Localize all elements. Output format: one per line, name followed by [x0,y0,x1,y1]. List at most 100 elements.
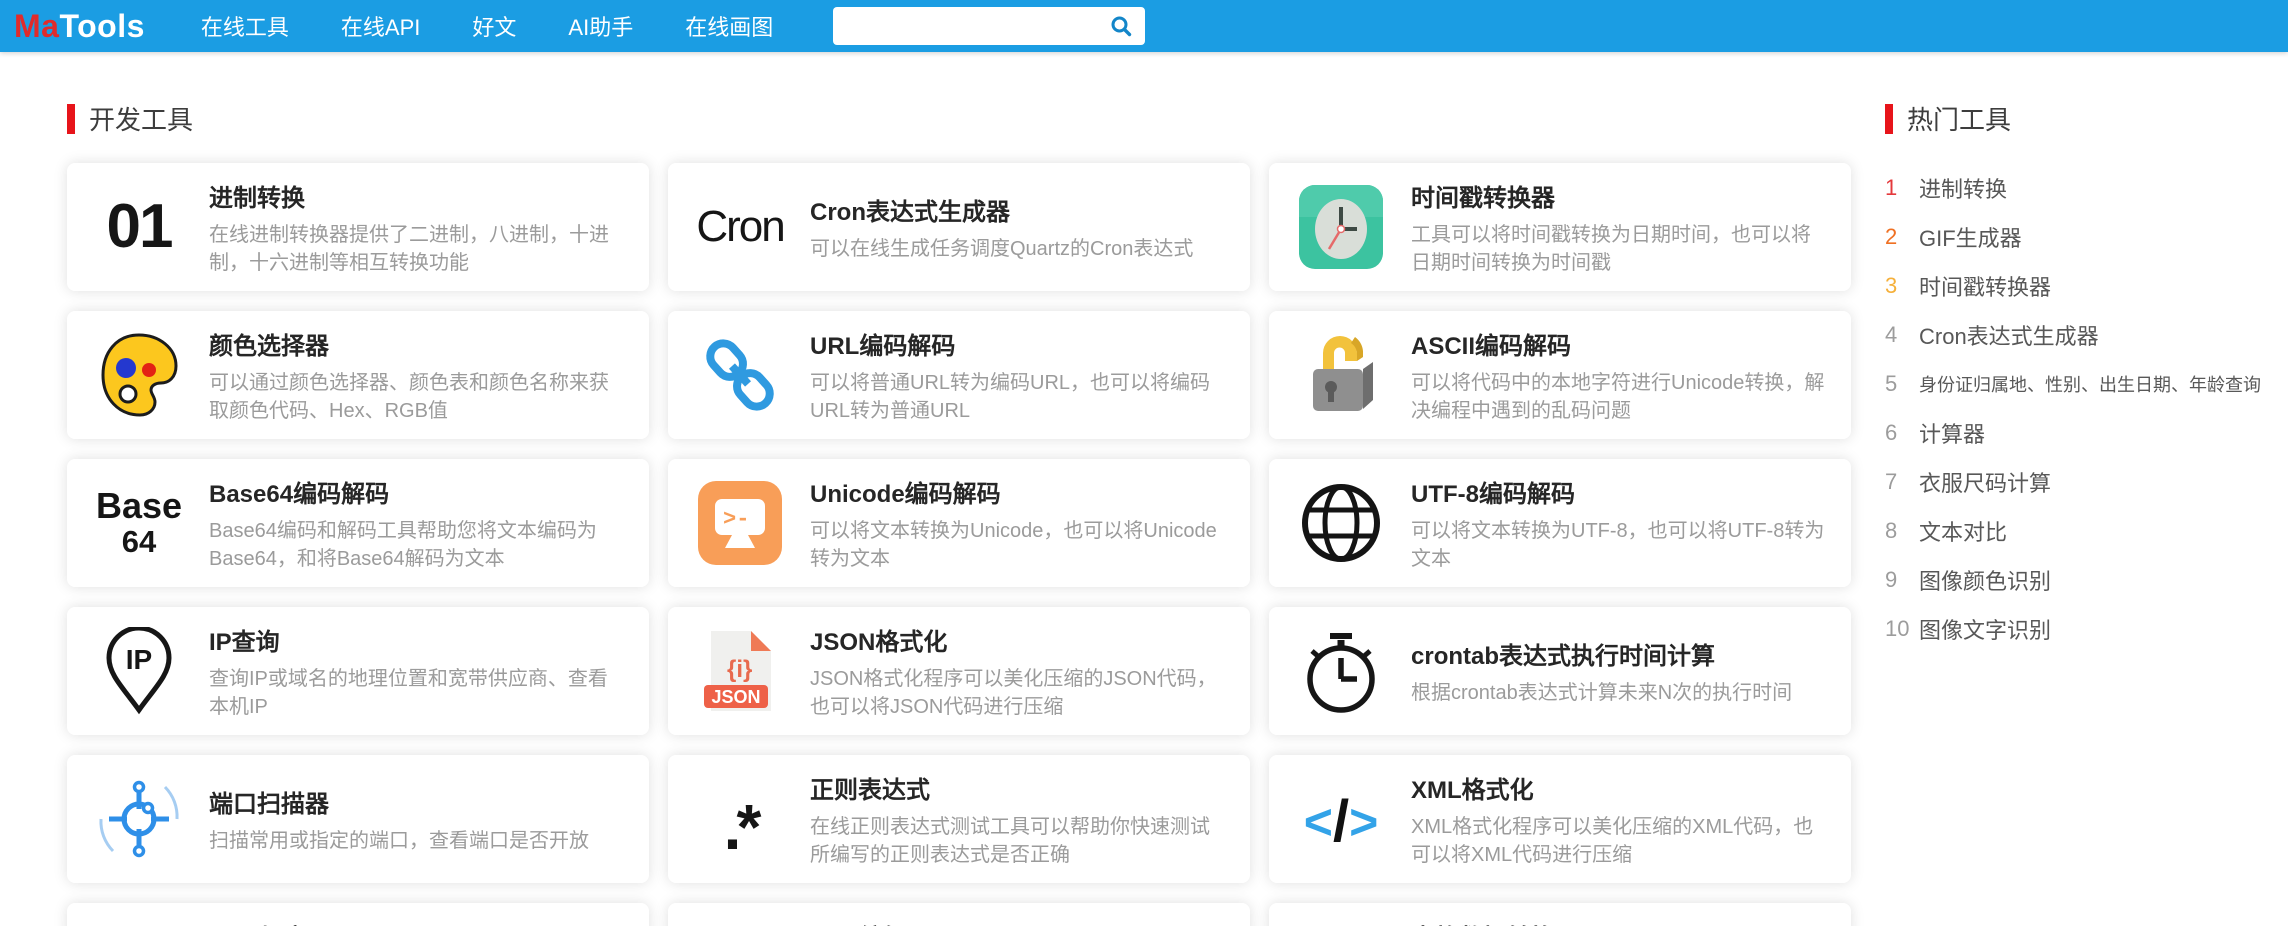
tool-card-timestamp[interactable]: 时间戳转换器 工具可以将时间戳转换为日期时间，也可以将日期时间转换为时间戳 [1269,163,1851,291]
card-text: 时间戳转换器 工具可以将时间戳转换为日期时间，也可以将日期时间转换为时间戳 [1411,178,1825,277]
tool-card-binary[interactable]: 01 进制转换 在线进制转换器提供了二进制，八进制，十进制，十六进制等相互转换功… [67,163,649,291]
hot-tool-item-1[interactable]: 1 进制转换 [1885,163,2280,212]
hot-rank: 2 [1885,223,1898,249]
hot-tools-list: 1 进制转换 2 GIF生成器 3 时间戳转换器 4 Cron表达式生成器 5 … [1885,163,2280,653]
tools-grid: 01 进制转换 在线进制转换器提供了二进制，八进制，十进制，十六进制等相互转换功… [67,163,1851,926]
hot-tool-item-2[interactable]: 2 GIF生成器 [1885,212,2280,261]
card-text: URL编码解码 可以将普通URL转为编码URL，也可以将编码URL转为普通URL [810,326,1224,425]
hot-rank: 5 [1885,370,1898,396]
search-icon [1110,15,1132,37]
card-text: 正则表达式 在线正则表达式测试工具可以帮助你快速测试所编写的正则表达式是否正确 [810,770,1224,869]
hot-rank: 7 [1885,468,1898,494]
tool-description: 可以将文本转换为UTF-8，也可以将UTF-8转为文本 [1411,519,1825,570]
section-title: 开发工具 [89,105,194,135]
card-text: 进制转换 在线进制转换器提供了二进制，八进制，十进制，十六进制等相互转换功能 [209,178,623,277]
hot-rank: 6 [1885,419,1898,445]
tool-card-crontab[interactable]: crontab表达式执行时间计算 根据crontab表达式计算未来N次的执行时间 [1269,607,1851,735]
hot-tool-item-8[interactable]: 8 文本对比 [1885,506,2280,555]
nav-item-4[interactable]: AI助手 [568,10,633,42]
hot-label: 图像文字识别 [1919,617,2052,643]
hot-rank: 1 [1885,174,1898,200]
cron-text-icon: Cron [696,202,785,252]
dev-tools-header: 开发工具 [67,100,1851,137]
card-text: JSON格式化 JSON格式化程序可以美化压缩的JSON代码，也可以将JSON代… [810,622,1224,721]
card-text: ASCII编码解码 可以将代码中的本地字符进行Unicode转换，解决编程中遇到… [1411,326,1825,425]
sidebar-accent-bar [1885,103,1893,134]
logo-part-tools: Tools [59,7,145,44]
nav-item-2[interactable]: 在线API [341,10,420,42]
table-icon [1293,919,1389,926]
search-input[interactable] [833,7,1098,45]
tool-title: Base64编码解码 [209,480,390,508]
card-text: json编辑器 [810,918,1224,926]
tool-description: 扫描常用或指定的端口，查看端口是否开放 [209,829,589,852]
tool-description: 查询IP或域名的地理位置和宽带供应商、查看本机IP [209,667,608,718]
hot-tool-item-9[interactable]: 9 图像颜色识别 [1885,555,2280,604]
nav-item-5[interactable]: 在线画图 [685,10,773,42]
binary-text-icon: 01 [106,191,174,261]
tool-description: XML格式化程序可以美化压缩的XML代码，也可以将XML代码进行压缩 [1411,815,1814,866]
tool-card-ascii[interactable]: ASCII编码解码 可以将代码中的本地字符进行Unicode转换，解决编程中遇到… [1269,311,1851,439]
tool-card-md5[interactable]: MD5 MD5加密 [67,903,649,926]
search-button[interactable] [1097,7,1145,45]
tool-title: 正则表达式 [810,776,930,804]
tool-description: Base64编码和解码工具帮助您将文本编码为Base64，和将Base64解码为… [209,519,597,570]
card-text: UTF-8编码解码 可以将文本转换为UTF-8，也可以将UTF-8转为文本 [1411,474,1825,573]
hot-label: Cron表达式生成器 [1919,323,2099,349]
hot-label: 图像颜色识别 [1919,568,2052,594]
nav-item-3[interactable]: 好文 [472,10,516,42]
tool-card-ip[interactable]: IP IP查询 查询IP或域名的地理位置和宽带供应商、查看本机IP [67,607,649,735]
tool-description: JSON格式化程序可以美化压缩的JSON代码，也可以将JSON代码进行压缩 [810,667,1217,718]
card-text: 表格数据转换 [1411,918,1825,926]
card-text: crontab表达式执行时间计算 根据crontab表达式计算未来N次的执行时间 [1411,636,1825,707]
card-text: 端口扫描器 扫描常用或指定的端口，查看端口是否开放 [209,784,623,855]
card-text: Cron表达式生成器 可以在线生成任务调度Quartz的Cron表达式 [810,192,1224,263]
dev-tools-section: 开发工具 01 进制转换 在线进制转换器提供了二进制，八进制，十进制，十六进制等… [67,100,1851,926]
tool-title: JSON格式化 [810,628,948,656]
base64-text-icon: Base 64 [95,484,183,559]
hot-tool-item-7[interactable]: 7 衣服尺码计算 [1885,457,2280,506]
tool-card-xml[interactable]: </> XML格式化 XML格式化程序可以美化压缩的XML代码，也可以将XML代… [1269,755,1851,883]
tool-card-table-convert[interactable]: 表格数据转换 [1269,903,1851,926]
globe-icon [1293,475,1389,571]
tool-title: IP查询 [209,628,280,656]
card-text: Unicode编码解码 可以将文本转换为Unicode，也可以将Unicode转… [810,474,1224,573]
nav-item-1[interactable]: 在线工具 [201,10,289,42]
tool-card-url[interactable]: URL编码解码 可以将普通URL转为编码URL，也可以将编码URL转为普通URL [668,311,1250,439]
tool-description: 根据crontab表达式计算未来N次的执行时间 [1411,681,1793,704]
hot-tools-sidebar: 热门工具 1 进制转换 2 GIF生成器 3 时间戳转换器 4 Cron表达式生… [1885,100,2280,926]
hot-tool-item-3[interactable]: 3 时间戳转换器 [1885,261,2280,310]
code-brackets-icon: </> [1303,788,1379,854]
hot-rank: 10 [1885,615,1910,641]
tool-card-port-scanner[interactable]: 端口扫描器 扫描常用或指定的端口，查看端口是否开放 [67,755,649,883]
tool-card-base64[interactable]: Base 64 Base64编码解码 Base64编码和解码工具帮助您将文本编码为… [67,459,649,587]
tool-title: UTF-8编码解码 [1411,480,1575,508]
tool-title: 时间戳转换器 [1411,184,1555,212]
tool-card-utf8[interactable]: UTF-8编码解码 可以将文本转换为UTF-8，也可以将UTF-8转为文本 [1269,459,1851,587]
tool-description: 在线进制转换器提供了二进制，八进制，十进制，十六进制等相互转换功能 [209,223,609,274]
card-text: 颜色选择器 可以通过颜色选择器、颜色表和颜色名称来获取颜色代码、Hex、RGB值 [209,326,623,425]
hot-tool-item-4[interactable]: 4 Cron表达式生成器 [1885,310,2280,359]
hot-tool-item-6[interactable]: 6 计算器 [1885,408,2280,457]
site-logo[interactable]: MaTools [14,8,145,45]
tool-description: 可以将文本转换为Unicode，也可以将Unicode转为文本 [810,519,1217,570]
svg-text:{i}: {i} [727,656,752,683]
hot-rank: 8 [1885,517,1898,543]
tool-title: MD5加密 [209,918,623,926]
hot-tools-header: 热门工具 [1885,100,2280,137]
tool-description: 可以将代码中的本地字符进行Unicode转换，解决编程中遇到的乱码问题 [1411,371,1825,422]
sidebar-title: 热门工具 [1907,105,2012,135]
tool-card-json[interactable]: {i} JSON JSON格式化 JSON格式化程序可以美化压缩的JSON代码，… [668,607,1250,735]
tool-card-cron[interactable]: Cron Cron表达式生成器 可以在线生成任务调度Quartz的Cron表达式 [668,163,1250,291]
hot-tool-item-5[interactable]: 5 身份证归属地、性别、出生日期、年龄查询 [1885,359,2280,408]
terminal-monitor-icon: >- [692,475,788,571]
hot-tool-item-10[interactable]: 10 图像文字识别 [1885,604,2280,653]
hot-label: 文本对比 [1919,519,2008,545]
tool-title: Cron表达式生成器 [810,198,1010,226]
tool-card-color-picker[interactable]: 颜色选择器 可以通过颜色选择器、颜色表和颜色名称来获取颜色代码、Hex、RGB值 [67,311,649,439]
tool-title: XML格式化 [1411,776,1534,804]
tool-card-regex[interactable]: .* 正则表达式 在线正则表达式测试工具可以帮助你快速测试所编写的正则表达式是否… [668,755,1250,883]
tool-card-unicode[interactable]: >- Unicode编码解码 可以将文本转换为Unicode，也可以将Unico… [668,459,1250,587]
hot-label: 身份证归属地、性别、出生日期、年龄查询 [1919,374,2261,395]
tool-card-json-editor[interactable]: json编辑器 [668,903,1250,926]
